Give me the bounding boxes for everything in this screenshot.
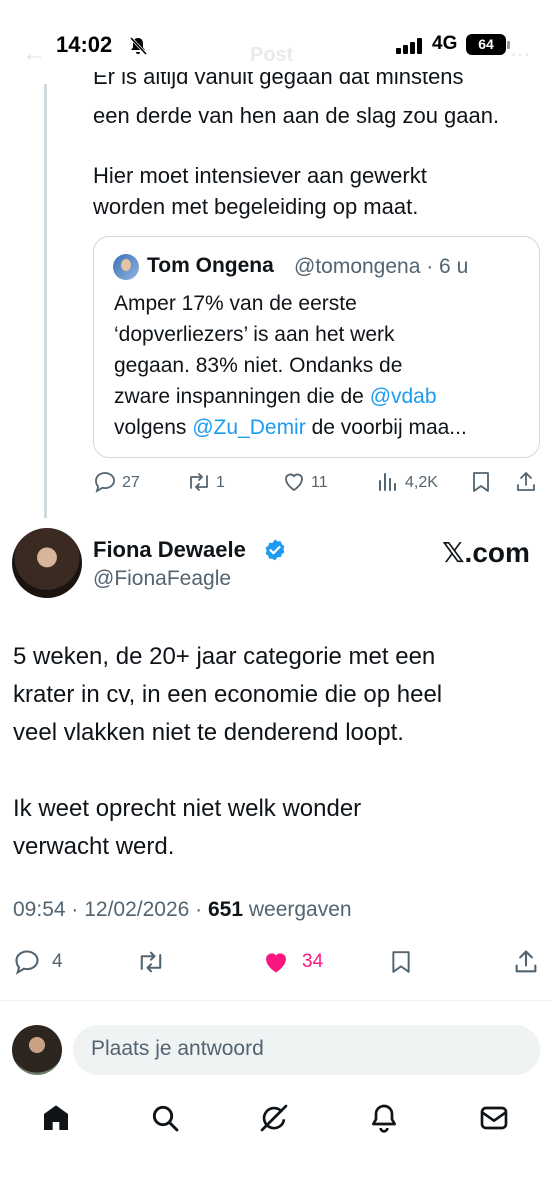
grok-icon[interactable]	[258, 1102, 290, 1134]
quoted-author-handle: @tomongena · 6 u	[294, 255, 469, 278]
like-count: 34	[302, 951, 324, 972]
quote-line-3: gegaan. 83% niet. Ondanks de	[114, 354, 403, 377]
status-time: 14:02	[56, 32, 113, 57]
divider	[0, 1000, 552, 1001]
parent-cut-text: Er is altijd vanuit gegaan dat minstens	[93, 72, 464, 89]
network-label: 4G	[432, 33, 458, 54]
parent-line-2: een derde van hen aan de slag zou gaan.	[93, 103, 500, 128]
quote-line-1: Amper 17% van de eerste	[114, 292, 357, 315]
views-icon[interactable]	[376, 470, 400, 494]
quote-line-5-post: de voorbij maa...	[305, 416, 467, 439]
parent-like-count: 11	[311, 474, 328, 491]
post-line-3: veel vlakken niet te denderend loopt.	[13, 719, 404, 746]
source-label: 𝕏.com	[442, 537, 530, 568]
search-icon[interactable]	[149, 1102, 181, 1134]
author-handle[interactable]: @FionaFeagle	[93, 567, 231, 591]
quote-line-4: zware inspanningen die de @vdab	[114, 381, 534, 412]
more-icon[interactable]: ⋯	[510, 42, 530, 67]
author-name[interactable]: Fiona Dewaele	[93, 537, 246, 563]
reply-icon[interactable]	[93, 470, 117, 494]
post-view-count: 651	[207, 898, 244, 921]
messages-icon[interactable]	[478, 1102, 510, 1134]
quoted-post-body: Amper 17% van de eerste ‘dopverliezers’ …	[114, 288, 534, 443]
quote-line-2: ‘dopverliezers’ is aan het werk	[114, 323, 395, 346]
notifications-icon[interactable]	[368, 1102, 400, 1134]
parent-para2-line1: Hier moet intensiever aan gewerkt	[93, 163, 427, 188]
post-line-5: Ik weet oprecht niet welk wonder	[13, 795, 362, 822]
back-arrow-icon[interactable]: ←	[22, 40, 46, 68]
silent-bell-icon	[129, 36, 148, 56]
post-line-6: verwacht werd.	[13, 833, 175, 860]
like-icon[interactable]	[282, 470, 306, 494]
quoted-author-name: Tom Ongena	[147, 254, 274, 277]
parent-repost-count: 1	[216, 474, 225, 491]
battery-nub	[507, 41, 510, 49]
post-body: 5 weken, de 20+ jaar categorie met een k…	[13, 638, 533, 866]
reply-count: 4	[52, 951, 63, 972]
reply-placeholder: Plaats je antwoord	[91, 1037, 264, 1060]
post-views-label: weergaven	[243, 898, 352, 921]
verified-badge-icon	[265, 539, 285, 561]
parent-view-count: 4,2K	[405, 474, 438, 491]
parent-cut-line: Er is altijd vanuit gegaan dat minstens	[93, 72, 464, 98]
author-avatar[interactable]	[12, 528, 82, 598]
reply-icon[interactable]	[13, 948, 41, 976]
thread-line	[44, 84, 47, 518]
post-timestamp: 09:54 · 12/02/2026 ·	[13, 898, 208, 921]
home-icon[interactable]	[40, 1102, 72, 1134]
bookmark-icon[interactable]	[470, 470, 492, 494]
post-line-2: krater in cv, in een economie die op hee…	[13, 681, 443, 708]
header-title: Post	[250, 44, 294, 66]
user-avatar[interactable]	[12, 1025, 62, 1075]
post-line-blank	[13, 752, 533, 790]
mention-vdab-link[interactable]: @vdab	[370, 385, 437, 408]
post-line-1: 5 weken, de 20+ jaar categorie met een	[13, 643, 436, 670]
like-icon-filled[interactable]	[262, 948, 290, 976]
post-meta: 09:54 · 12/02/2026 · 651 weergaven	[13, 898, 352, 922]
quote-line-5: volgens @Zu_Demir de voorbij maa...	[114, 412, 534, 443]
signal-icon	[396, 38, 422, 54]
mention-zu-demir-link[interactable]: @Zu_Demir	[192, 416, 306, 439]
bookmark-icon[interactable]	[389, 948, 413, 976]
quoted-author-avatar[interactable]	[113, 254, 139, 280]
quote-line-4-text: zware inspanningen die de	[114, 385, 370, 408]
share-icon[interactable]	[512, 948, 540, 976]
repost-icon[interactable]	[186, 470, 212, 494]
parent-para2-line2: worden met begeleiding op maat.	[93, 194, 419, 219]
share-icon[interactable]	[514, 470, 538, 494]
parent-reply-count: 27	[122, 474, 140, 491]
repost-icon[interactable]	[136, 948, 166, 976]
battery-indicator: 64	[466, 34, 506, 55]
quote-line-5-pre: volgens	[114, 416, 193, 439]
